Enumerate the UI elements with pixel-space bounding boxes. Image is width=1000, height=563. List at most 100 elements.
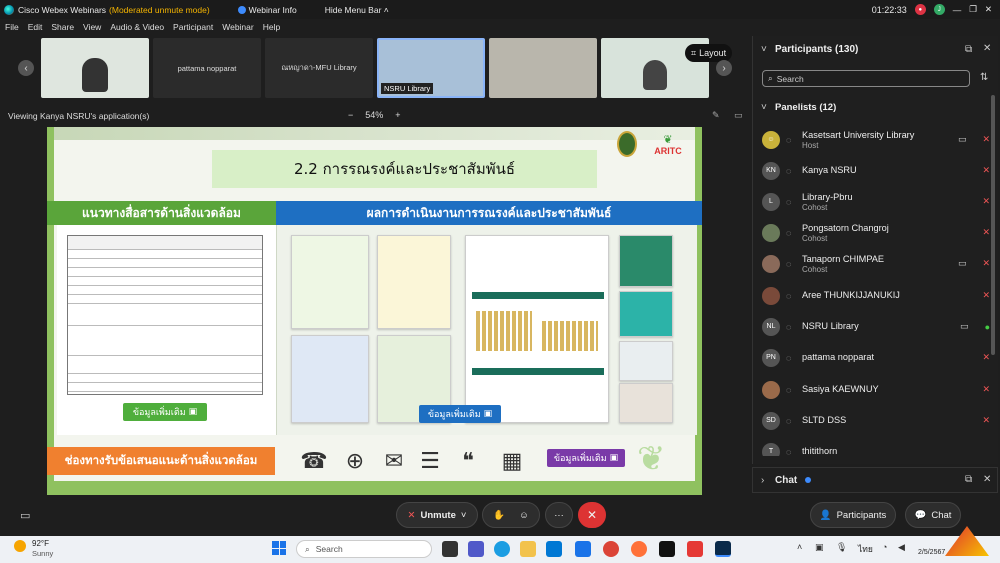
anydesk-icon[interactable] [687, 541, 703, 557]
chevron-down-icon[interactable]: ˅ [761, 102, 767, 113]
user-avatar[interactable]: J [933, 4, 945, 15]
menu-file[interactable]: File [5, 22, 19, 32]
edge-icon[interactable] [494, 541, 510, 557]
task-view-icon[interactable] [442, 541, 458, 557]
mail-icon[interactable] [575, 541, 591, 557]
panelist-row[interactable]: ☺ ◌ Kasetsart University Library Host ▭ ✕ [762, 124, 990, 155]
mic-muted-icon: ✕ [982, 290, 990, 300]
close-icon[interactable]: ✕ [985, 4, 992, 15]
zoom-out-button[interactable]: − [348, 110, 353, 120]
participants-button[interactable]: 👤 Participants [810, 502, 896, 528]
menu-view[interactable]: View [83, 22, 101, 32]
zoom-in-button[interactable]: + [395, 110, 400, 120]
wifi-icon[interactable]: ◔ [882, 542, 887, 552]
chrome-icon[interactable] [603, 541, 619, 557]
chat-panel-collapsed[interactable]: › Chat ⧉ ✕ [752, 467, 998, 493]
hide-menu-bar-button[interactable]: Hide Menu Bar ˄ [325, 5, 389, 15]
info-shield-icon [237, 5, 246, 14]
panelist-row[interactable]: ◌ Pongsatorn Changroj Cohost ✕ [762, 217, 990, 248]
menu-participant[interactable]: Participant [173, 22, 213, 32]
chevron-up-icon[interactable]: ˄ [797, 542, 802, 552]
panelist-row[interactable]: ◌ Tanaporn CHIMPAE Cohost ▭ ✕ [762, 248, 990, 279]
annotate-icon[interactable]: ✎ [712, 110, 720, 121]
speaker-icon[interactable]: ◀ [898, 542, 905, 553]
panelist-list-clip: T ◌ thitithorn [752, 436, 992, 456]
store-icon[interactable] [546, 541, 562, 557]
windows-start-icon[interactable] [272, 541, 286, 555]
teams-icon[interactable] [468, 541, 484, 557]
menu-share[interactable]: Share [51, 22, 74, 32]
language-indicator[interactable]: ไทย [858, 542, 873, 556]
panelist-row[interactable]: PN ◌ pattama nopparat ✕ [762, 342, 990, 373]
menu-audio-video[interactable]: Audio & Video [110, 22, 164, 32]
panelist-row[interactable]: KN ◌ Kanya NSRU ✕ [762, 155, 990, 186]
host-icon: ◌ [786, 352, 792, 363]
panelist-role: Cohost [802, 202, 828, 212]
host-icon: ◌ [786, 134, 792, 145]
taskbar-search-input[interactable]: ⌕ Search [296, 540, 432, 558]
captions-icon[interactable]: ▭ [20, 509, 30, 522]
campaign-photo-2 [619, 291, 673, 337]
menu-webinar[interactable]: Webinar [222, 22, 254, 32]
slides-icon: ▣ [483, 409, 493, 419]
avatar [762, 380, 780, 399]
reaction-icon[interactable]: ☺ [519, 510, 529, 521]
tray-app-icon[interactable]: ▣ [815, 542, 824, 553]
slides-icon: ▣ [609, 453, 619, 463]
menu-help[interactable]: Help [263, 22, 280, 32]
panel-scrollbar[interactable] [991, 95, 995, 355]
more-info-button-green[interactable]: ข้อมูลเพิ่มเติม ▣ [123, 403, 207, 421]
more-info-button-purple[interactable]: ข้อมูลเพิ่มเติม ▣ [547, 449, 625, 467]
tiktok-icon[interactable] [659, 541, 675, 557]
panelist-row[interactable]: L ◌ Library-Pbru Cohost ✕ [762, 186, 990, 217]
file-explorer-icon[interactable] [520, 541, 536, 557]
panelist-row[interactable]: ◌ Aree THUNKIJJANUKIJ ✕ [762, 280, 990, 311]
chat-bubble-icon: 💬 [914, 509, 927, 521]
video-tile-5[interactable] [489, 38, 597, 98]
menu-edit[interactable]: Edit [28, 22, 43, 32]
raise-hand-icon[interactable]: ✋ [493, 510, 505, 521]
slide-bottom-band [47, 481, 702, 495]
panelist-row[interactable]: T ◌ thitithorn [762, 436, 990, 456]
popout-icon[interactable]: ⧉ [965, 474, 972, 485]
avatar [762, 254, 780, 273]
host-icon: ◌ [786, 196, 792, 207]
video-tile-3[interactable]: ณหญาดา-MFU Library [265, 38, 373, 98]
close-icon[interactable]: ✕ [983, 43, 991, 54]
participant-search-input[interactable]: ⌕ Search [762, 70, 970, 87]
strip-prev-button[interactable]: ‹ [18, 60, 34, 76]
mic-muted-icon: ✕ [982, 258, 990, 268]
university-seal-icon [617, 131, 637, 157]
webinar-info-button[interactable]: Webinar Info [237, 5, 297, 15]
more-info-button-blue[interactable]: ข้อมูลเพิ่มเติม ▣ [419, 405, 501, 423]
video-tile-1[interactable] [41, 38, 149, 98]
panelist-name: pattama nopparat [802, 352, 875, 362]
leave-button[interactable]: ✕ [578, 502, 606, 528]
webex-logo-icon [4, 4, 14, 15]
layout-icon: ⌗ [691, 47, 697, 58]
panelist-row[interactable]: SD ◌ SLTD DSS ✕ [762, 405, 990, 436]
firefox-icon[interactable] [631, 541, 647, 557]
title-bar: Cisco Webex Webinars (Moderated unmute m… [0, 0, 1000, 19]
panelist-row[interactable]: ◌ Sasiya KAEWNUY ✕ [762, 374, 990, 405]
popout-icon[interactable]: ▭ [734, 110, 743, 121]
unmute-button[interactable]: ✕ Unmute ˅ [396, 502, 478, 528]
sort-icon[interactable]: ⇅ [980, 72, 988, 83]
video-tile-4-active[interactable]: NSRU Library [377, 38, 485, 98]
panelist-role: Host [802, 140, 819, 150]
minimize-icon[interactable]: — [953, 5, 962, 15]
more-options-button[interactable]: ··· [545, 502, 573, 528]
webex-taskbar-icon[interactable] [715, 541, 731, 557]
restore-icon[interactable]: ❐ [969, 4, 977, 15]
document-icon: ☰ [420, 448, 440, 473]
more-icon: ··· [554, 509, 564, 521]
popout-icon[interactable]: ⧉ [965, 44, 972, 55]
panelist-row[interactable]: NL ◌ NSRU Library ▭ ● [762, 311, 990, 342]
video-tile-2[interactable]: pattama nopparat [153, 38, 261, 98]
chevron-down-icon[interactable]: ˅ [761, 44, 767, 55]
strip-next-button[interactable]: › [716, 60, 732, 76]
mic-tray-icon[interactable]: 🎙 [836, 542, 847, 553]
close-icon[interactable]: ✕ [983, 474, 991, 485]
panelist-name: thitithorn [802, 446, 838, 456]
chat-button[interactable]: 💬 Chat [905, 502, 961, 528]
